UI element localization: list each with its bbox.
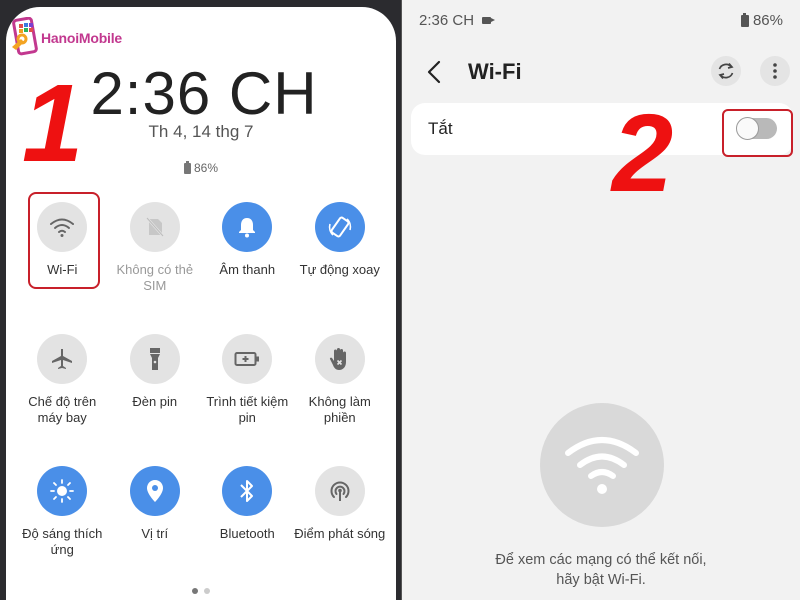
screen-record-icon	[482, 17, 496, 24]
hotspot-button[interactable]	[314, 466, 365, 516]
tiles-row: Độ sáng thích ứng Vị trí Bluetooth Điểm …	[16, 466, 386, 558]
tile-label: Vị trí	[141, 526, 169, 541]
bluetooth-button[interactable]	[222, 466, 273, 516]
battery-icon	[740, 12, 749, 27]
hint-line-1: Để xem các mạng có thể kết nối,	[495, 552, 707, 568]
brightness-icon	[50, 479, 75, 503]
status-battery: 86%	[752, 12, 783, 29]
wifi-off-illustration	[540, 403, 664, 527]
page-indicator	[6, 588, 396, 594]
tile-label: Đèn pin	[132, 394, 178, 409]
wifi-icon	[565, 437, 639, 494]
tile-bluetooth[interactable]: Bluetooth	[201, 466, 294, 558]
brand-logo-icon	[10, 16, 38, 57]
location-icon	[146, 480, 163, 502]
sound-button[interactable]	[222, 202, 273, 252]
brand-name: HanoiMobile	[41, 30, 123, 46]
status-time: 2:36 CH	[419, 12, 475, 29]
no-sim-icon	[145, 217, 164, 237]
status-bar-right: 86%	[740, 12, 783, 29]
adaptive-brightness-button[interactable]	[37, 466, 88, 516]
wifi-settings-screen: 2:36 CH 86% Wi-Fi Tắt Để xem các mạng có	[401, 0, 800, 600]
page-dot[interactable]	[204, 588, 210, 594]
wifi-switch-highlight-box	[722, 109, 793, 157]
auto-rotate-button[interactable]	[314, 202, 365, 252]
sim-button[interactable]	[129, 202, 180, 252]
back-button[interactable]	[422, 58, 446, 86]
flashlight-button[interactable]	[129, 334, 180, 384]
more-vertical-icon	[773, 63, 777, 79]
tile-airplane[interactable]: Chế độ trên máy bay	[16, 334, 109, 426]
tile-battery-saver[interactable]: Trình tiết kiệm pin	[201, 334, 294, 426]
hint-line-2: hãy bật Wi-Fi.	[556, 572, 646, 588]
page-title: Wi-Fi	[468, 59, 522, 84]
tiles-row: Chế độ trên máy bay Đèn pin Trình tiết k…	[16, 334, 386, 426]
battery-percent: 86%	[193, 161, 219, 175]
tile-hotspot[interactable]: Điểm phát sóng	[294, 466, 387, 558]
tile-adaptive-brightness[interactable]: Độ sáng thích ứng	[16, 466, 109, 558]
auto-rotate-icon	[328, 216, 351, 238]
tile-label: Âm thanh	[219, 262, 276, 277]
wifi-tile-highlight-box	[28, 192, 100, 289]
step-number-2: 2	[612, 92, 674, 215]
battery-icon	[183, 160, 191, 174]
step-number-1: 1	[22, 62, 84, 185]
tile-label: Bluetooth	[219, 526, 275, 541]
tile-location[interactable]: Vị trí	[109, 466, 202, 558]
location-button[interactable]	[129, 466, 180, 516]
tile-label: Điểm phát sóng	[294, 526, 386, 541]
tile-label: Chế độ trên máy bay	[28, 394, 97, 425]
tile-sound[interactable]: Âm thanh	[201, 202, 294, 294]
bluetooth-icon	[240, 480, 254, 502]
wifi-off-hint: Để xem các mạng có thể kết nối, hãy bật …	[402, 550, 800, 590]
bell-icon	[239, 218, 256, 238]
do-not-disturb-button[interactable]	[314, 334, 365, 384]
refresh-icon	[718, 62, 734, 80]
tile-label: Tự động xoay	[299, 262, 380, 277]
more-options-button[interactable]	[760, 56, 790, 86]
do-not-disturb-icon	[329, 348, 346, 370]
tile-label: Không làm phiền	[308, 394, 371, 425]
tile-flashlight[interactable]: Đèn pin	[109, 334, 202, 426]
airplane-icon	[52, 349, 73, 369]
refresh-button[interactable]	[711, 56, 741, 86]
flashlight-icon	[149, 348, 160, 370]
page-dot-active[interactable]	[192, 588, 198, 594]
status-bar-left: 2:36 CH	[419, 12, 496, 29]
wifi-state-label: Tắt	[428, 119, 453, 138]
battery-saver-icon	[234, 352, 260, 366]
screenshot-composite: HanoiMobile 2:36 CH Th 4, 14 thg 7 86% W…	[0, 0, 800, 600]
hotspot-icon	[330, 481, 350, 501]
tile-auto-rotate[interactable]: Tự động xoay	[294, 202, 387, 294]
tile-label: Trình tiết kiệm pin	[206, 394, 289, 425]
tile-sim[interactable]: Không có thẻ SIM	[109, 202, 202, 294]
tile-dnd[interactable]: Không làm phiền	[294, 334, 387, 426]
hanoimobile-watermark: HanoiMobile	[10, 16, 123, 57]
tile-label: Độ sáng thích ứng	[22, 526, 103, 557]
airplane-mode-button[interactable]	[37, 334, 88, 384]
back-arrow-icon	[427, 60, 441, 84]
battery-saver-button[interactable]	[222, 334, 273, 384]
tile-label: Không có thẻ SIM	[116, 262, 194, 293]
